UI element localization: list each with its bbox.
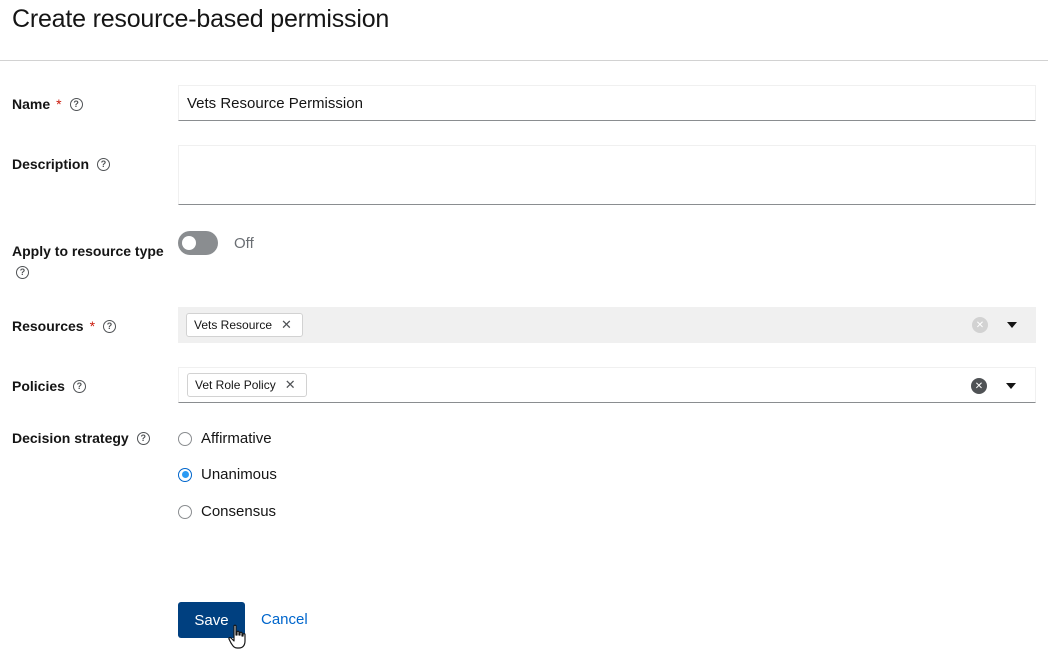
radio-consensus[interactable]: Consensus <box>178 503 276 520</box>
required-mark: * <box>89 318 96 334</box>
description-textarea[interactable] <box>178 145 1036 205</box>
name-label: Name * ? <box>12 96 83 112</box>
radio-affirmative[interactable]: Affirmative <box>178 430 272 447</box>
close-icon[interactable]: ✕ <box>285 377 296 393</box>
help-icon[interactable]: ? <box>16 266 29 279</box>
name-input[interactable]: Vets Resource Permission <box>178 85 1036 121</box>
cancel-link[interactable]: Cancel <box>261 611 308 628</box>
chevron-down-icon[interactable] <box>1007 322 1017 328</box>
description-label: Description ? <box>12 156 111 172</box>
hand-cursor-icon <box>228 624 246 649</box>
page-header: Create resource-based permission <box>0 0 1048 61</box>
policy-chip: Vet Role Policy ✕ <box>187 373 307 397</box>
toggle-state-text: Off <box>234 235 254 252</box>
apply-to-resource-type-toggle[interactable] <box>178 231 218 255</box>
chevron-down-icon[interactable] <box>1006 383 1016 389</box>
radio-button-checked[interactable] <box>178 467 192 482</box>
help-icon[interactable]: ? <box>69 97 83 111</box>
resources-select[interactable]: Vets Resource ✕ ✕ <box>178 307 1036 343</box>
resources-label: Resources * ? <box>12 318 117 334</box>
toggle-knob <box>182 236 196 250</box>
apply-to-resource-type-label: Apply to resource type ? <box>12 243 164 279</box>
radio-button[interactable] <box>178 431 192 446</box>
policies-label: Policies ? <box>12 378 86 394</box>
help-icon[interactable]: ? <box>97 157 111 171</box>
radio-unanimous[interactable]: Unanimous <box>178 466 277 483</box>
radio-button[interactable] <box>178 504 192 519</box>
decision-strategy-label: Decision strategy ? <box>12 430 150 446</box>
required-mark: * <box>56 96 62 112</box>
policies-select[interactable]: Vet Role Policy ✕ ✕ <box>178 367 1036 403</box>
help-icon[interactable]: ? <box>136 431 150 445</box>
help-icon[interactable]: ? <box>72 379 86 393</box>
page-title: Create resource-based permission <box>12 5 390 33</box>
help-icon[interactable]: ? <box>103 319 117 333</box>
clear-icon[interactable]: ✕ <box>972 317 988 333</box>
resource-chip: Vets Resource ✕ <box>186 313 303 337</box>
close-icon[interactable]: ✕ <box>281 317 292 333</box>
clear-icon[interactable]: ✕ <box>971 378 987 394</box>
